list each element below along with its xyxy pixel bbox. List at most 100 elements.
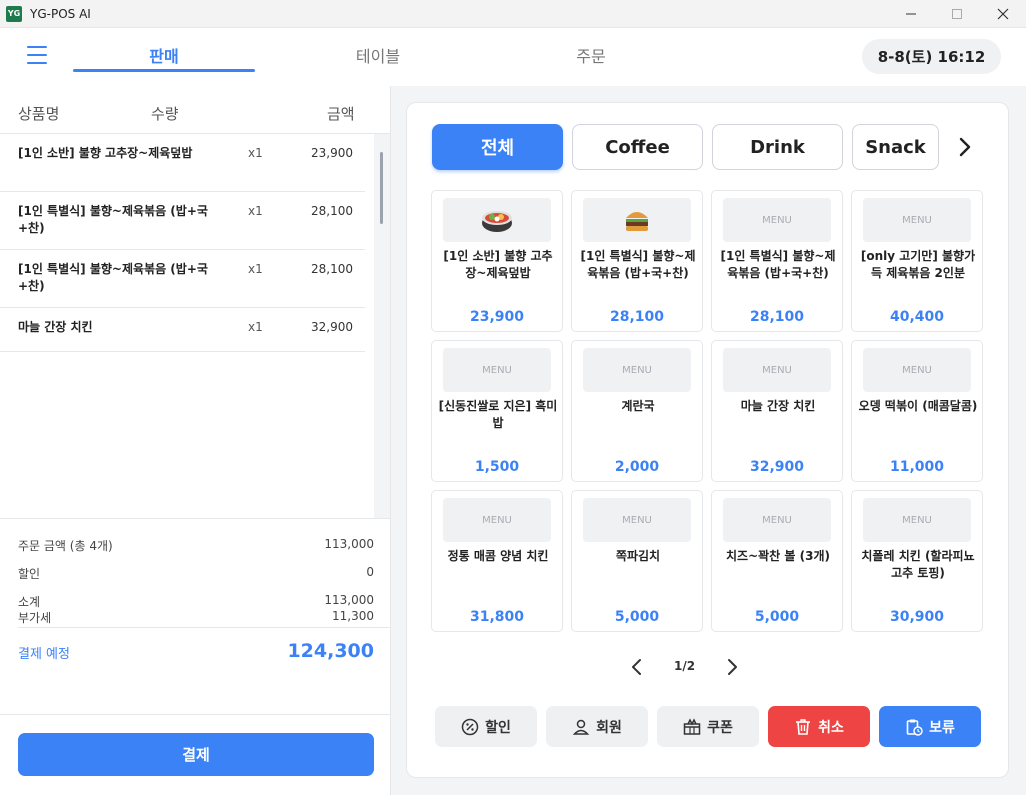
order-item-name: [1인 특별식] 불향~제육볶음 (밥+국+찬) (18, 204, 208, 235)
product-thumbnail: MENU (583, 348, 691, 392)
product-name: 치즈~꽉찬 볼 (3개) (726, 549, 830, 563)
subtotal-value: 113,000 (324, 593, 374, 607)
product-price: 30,900 (889, 609, 945, 625)
minimize-icon (906, 13, 916, 15)
product-price: 28,100 (609, 309, 665, 325)
product-price: 1,500 (474, 459, 520, 475)
member-button[interactable]: 회원 (546, 706, 648, 747)
order-item-name: [1인 소반] 불향 고추장~제육덮밥 (18, 146, 193, 160)
tab-sales[interactable]: 판매 (73, 43, 255, 67)
burger-icon (626, 212, 648, 231)
pagination: 1/2 (627, 655, 747, 679)
product-price: 2,000 (614, 459, 660, 475)
maximize-button[interactable] (934, 0, 980, 28)
product-card[interactable]: MENU 마늘 간장 치킨 32,900 (711, 340, 843, 482)
product-card[interactable]: MENU [only 고기만] 불향가득 제육볶음 2인분 40,400 (851, 190, 983, 332)
vat-line: 부가세 11,300 (18, 609, 374, 626)
pay-button[interactable]: 결제 (18, 733, 374, 776)
order-list-scrollbar[interactable] (374, 134, 390, 518)
product-card[interactable]: MENU 계란국 2,000 (571, 340, 703, 482)
product-price: 11,000 (889, 459, 945, 475)
header-name: 상품명 (18, 105, 60, 123)
product-name: 마늘 간장 치킨 (740, 399, 816, 413)
order-panel: 상품명 수량 금액 [1인 소반] 불향 고추장~제육덮밥 x1 23,900 … (0, 86, 391, 795)
order-item-amount: 23,900 (311, 146, 353, 160)
product-thumbnail: MENU (443, 348, 551, 392)
product-name: 치폴레 치킨 (할라피뇨고추 토핑) (861, 549, 975, 580)
product-thumbnail: MENU (443, 498, 551, 542)
close-icon (997, 8, 1009, 20)
close-button[interactable] (980, 0, 1026, 28)
coupon-button[interactable]: 쿠폰 (657, 706, 759, 747)
product-thumbnail (583, 198, 691, 242)
top-navigation: 판매 테이블 주문 8-8(토) 16:12 (0, 28, 1026, 86)
product-thumbnail: MENU (583, 498, 691, 542)
clipboard-clock-icon (906, 719, 923, 736)
active-tab-indicator (73, 69, 255, 72)
coupon-button-label: 쿠폰 (707, 719, 733, 736)
header-qty: 수량 (151, 105, 179, 123)
order-row[interactable]: 마늘 간장 치킨 x1 32,900 (0, 308, 365, 352)
category-all[interactable]: 전체 (432, 124, 563, 170)
tab-orders[interactable]: 주문 (500, 43, 682, 67)
product-name: 오뎅 떡볶이 (매콤달콤) (858, 399, 978, 413)
product-price: 28,100 (749, 309, 805, 325)
product-price: 23,900 (469, 309, 525, 325)
vat-value: 11,300 (332, 609, 374, 623)
product-price: 40,400 (889, 309, 945, 325)
product-card[interactable]: MENU 치폴레 치킨 (할라피뇨고추 토핑) 30,900 (851, 490, 983, 632)
product-thumbnail: MENU (863, 348, 971, 392)
discount-badge-icon (461, 718, 479, 735)
category-coffee[interactable]: Coffee (572, 124, 703, 170)
product-card[interactable]: MENU 정통 매콤 양념 치킨 31,800 (431, 490, 563, 632)
user-icon (572, 719, 590, 735)
product-price: 5,000 (614, 609, 660, 625)
order-list-header: 상품명 수량 금액 (0, 86, 390, 134)
order-item-qty: x1 (248, 204, 263, 218)
product-card[interactable]: MENU [신동진쌀로 지은] 흑미밥 1,500 (431, 340, 563, 482)
product-card[interactable]: MENU 쪽파김치 5,000 (571, 490, 703, 632)
chevron-right-icon[interactable] (955, 133, 975, 161)
minimize-button[interactable] (888, 0, 934, 28)
member-button-label: 회원 (596, 719, 622, 736)
chevron-left-icon[interactable] (627, 657, 647, 677)
product-card[interactable]: MENU 치즈~꽉찬 볼 (3개) 5,000 (711, 490, 843, 632)
discount-button[interactable]: 할인 (435, 706, 537, 747)
hold-button[interactable]: 보류 (879, 706, 981, 747)
product-card[interactable]: [1인 소반] 불향 고추장~제육덮밥 23,900 (431, 190, 563, 332)
product-card[interactable]: MENU [1인 특별식] 불향~제육볶음 (밥+국+찬) 28,100 (711, 190, 843, 332)
order-item-qty: x1 (248, 262, 263, 276)
order-amount-label: 주문 금액 (총 4개) (18, 539, 113, 553)
window-title: YG-POS AI (30, 6, 91, 21)
product-card[interactable]: [1인 특별식] 불향~제육볶음 (밥+국+찬) 28,100 (571, 190, 703, 332)
tab-table[interactable]: 테이블 (287, 43, 469, 67)
order-amount-value: 113,000 (324, 537, 374, 551)
product-thumbnail: MENU (863, 198, 971, 242)
order-row[interactable]: [1인 특별식] 불향~제육볶음 (밥+국+찬) x1 28,100 (0, 192, 365, 250)
product-thumbnail: MENU (723, 348, 831, 392)
payment-total: 124,300 (287, 640, 374, 662)
subtotal-line: 소계 113,000 (18, 593, 374, 610)
order-amount-line: 주문 금액 (총 4개) 113,000 (18, 537, 374, 554)
order-item-qty: x1 (248, 146, 263, 160)
bibimbap-icon (482, 211, 512, 232)
category-snack[interactable]: Snack (852, 124, 939, 170)
order-list: [1인 소반] 불향 고추장~제육덮밥 x1 23,900 [1인 특별식] 불… (0, 134, 374, 518)
datetime-display: 8-8(토) 16:12 (862, 39, 1001, 74)
order-row[interactable]: [1인 특별식] 불향~제육볶음 (밥+국+찬) x1 28,100 (0, 250, 365, 308)
divider (18, 627, 390, 628)
subtotal-label: 소계 (18, 595, 41, 609)
order-item-amount: 28,100 (311, 262, 353, 276)
vat-label: 부가세 (18, 611, 52, 625)
page-indicator: 1/2 (674, 659, 696, 673)
order-row[interactable]: [1인 소반] 불향 고추장~제육덮밥 x1 23,900 (0, 134, 365, 192)
category-drink[interactable]: Drink (712, 124, 843, 170)
scrollbar-thumb[interactable] (380, 152, 383, 224)
product-card[interactable]: MENU 오뎅 떡볶이 (매콤달콤) 11,000 (851, 340, 983, 482)
cancel-button[interactable]: 취소 (768, 706, 870, 747)
chevron-right-icon[interactable] (722, 657, 742, 677)
product-thumbnail: MENU (723, 198, 831, 242)
trash-icon (796, 718, 811, 735)
menu-icon[interactable] (27, 46, 47, 64)
order-item-name: 마늘 간장 치킨 (18, 320, 93, 334)
